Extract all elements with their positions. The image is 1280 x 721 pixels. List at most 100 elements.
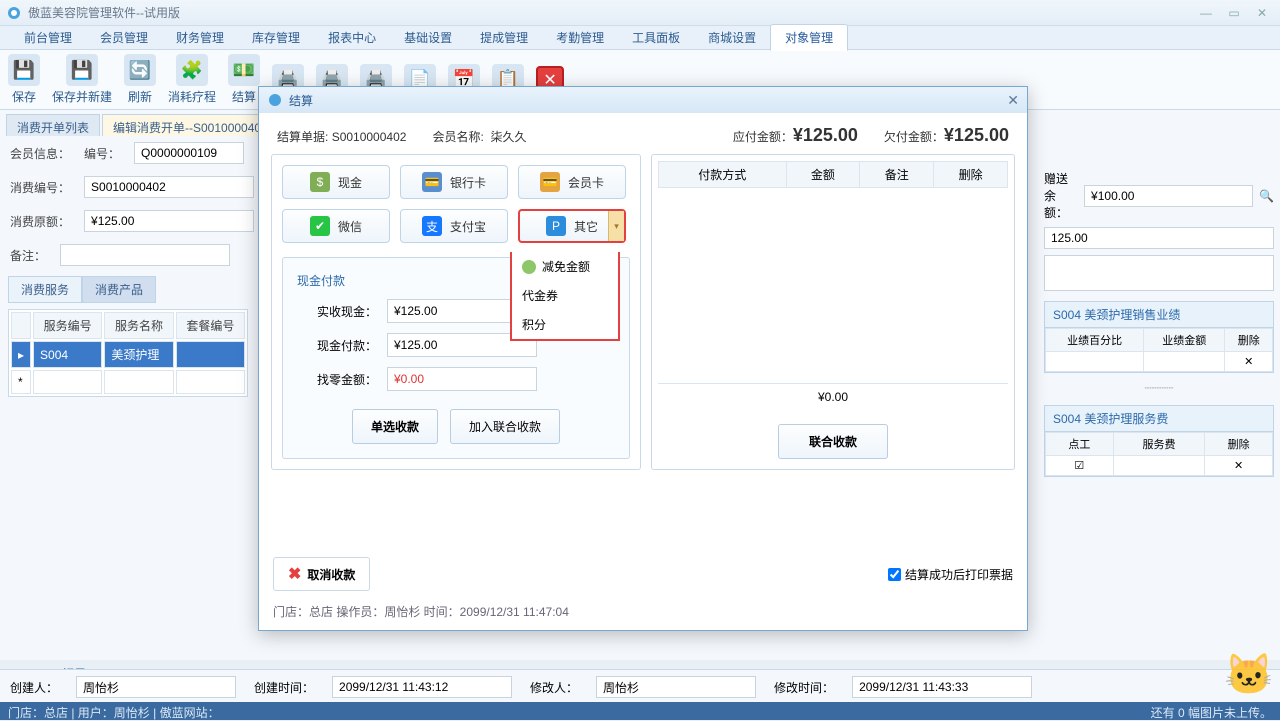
- right-side-panels: 赠送余额： 🔍 S004 美颈护理销售业绩 业绩百分比 业绩金额 删除 ✕ ┄┄…: [1044, 170, 1274, 477]
- refresh-icon: 🔄: [124, 54, 156, 86]
- table-row[interactable]: ☑✕: [1046, 456, 1273, 476]
- gift-balance-input[interactable]: [1084, 185, 1253, 207]
- tab-tools[interactable]: 工具面板: [618, 25, 694, 50]
- other-pay-dropdown: 减免金额 代金券 积分: [510, 252, 620, 341]
- consume-icon: 🧩: [176, 54, 208, 86]
- side-blank-input[interactable]: [1044, 255, 1274, 291]
- main-menubar: 前台管理 会员管理 财务管理 库存管理 报表中心 基础设置 提成管理 考勤管理 …: [0, 26, 1280, 50]
- payment-table: 付款方式 金额 备注 删除: [658, 161, 1008, 188]
- payment-right-panel: 付款方式 金额 备注 删除 ¥0.00 联合收款: [651, 154, 1015, 470]
- service-fee-title: S004 美颈护理服务费: [1045, 406, 1273, 432]
- order-no-input[interactable]: [84, 176, 254, 198]
- tab-reports[interactable]: 报表中心: [314, 25, 390, 50]
- grid-new-row[interactable]: *: [11, 370, 245, 394]
- tab-front-desk[interactable]: 前台管理: [10, 25, 86, 50]
- tab-attendance[interactable]: 考勤管理: [542, 25, 618, 50]
- tab-member[interactable]: 会员管理: [86, 25, 162, 50]
- cancel-icon: ✖: [288, 564, 301, 584]
- member-card-icon: 💳: [540, 172, 560, 192]
- modifier-input[interactable]: [596, 676, 756, 698]
- pay-wechat-button[interactable]: ✔微信: [282, 209, 390, 243]
- service-fee-panel: S004 美颈护理服务费 点工 服务费 删除 ☑✕: [1044, 405, 1274, 477]
- ribbon-checkout[interactable]: 💵结算: [228, 54, 260, 105]
- table-row[interactable]: ✕: [1046, 352, 1273, 372]
- other-pay-icon: P: [546, 216, 566, 236]
- dialog-status-line: 门店：总店 操作员：周怡杉 时间：2099/12/31 11:47:04: [273, 603, 1013, 620]
- order-amount-input[interactable]: [84, 210, 254, 232]
- sub-tab-service[interactable]: 消费服务: [8, 276, 82, 303]
- ribbon-consume[interactable]: 🧩消耗疗程: [168, 54, 216, 105]
- waive-icon: [522, 260, 536, 274]
- tab-basic-settings[interactable]: 基础设置: [390, 25, 466, 50]
- tab-finance[interactable]: 财务管理: [162, 25, 238, 50]
- dropdown-item-points[interactable]: 积分: [512, 310, 618, 339]
- remark-label: 备注：: [10, 247, 46, 264]
- create-time-input[interactable]: [332, 676, 512, 698]
- doc-tab-edit[interactable]: 编辑消费开单--S001000040: [102, 114, 272, 136]
- sales-perf-title: S004 美颈护理销售业绩: [1045, 302, 1273, 328]
- ribbon-refresh[interactable]: 🔄刷新: [124, 54, 156, 105]
- save-icon: 💾: [8, 54, 40, 86]
- doc-tab-list[interactable]: 消费开单列表: [6, 114, 100, 136]
- ribbon-save-new[interactable]: 💾保存并新建: [52, 54, 112, 105]
- window-titlebar: 傲蓝美容院管理软件--试用版 ― ▭ ✕: [0, 0, 1280, 26]
- footer-form: 创建人： 创建时间： 修改人： 修改时间：: [0, 669, 1280, 704]
- dropdown-item-voucher[interactable]: 代金券: [512, 281, 618, 310]
- close-window-button[interactable]: ✕: [1250, 6, 1274, 20]
- wechat-icon: ✔: [310, 216, 330, 236]
- modify-time-input[interactable]: [852, 676, 1032, 698]
- dialog-close-button[interactable]: ✕: [1007, 92, 1019, 109]
- sales-perf-panel: S004 美颈护理销售业绩 业绩百分比 业绩金额 删除 ✕: [1044, 301, 1274, 373]
- statusbar-right: 还有 0 幅图片未上传。: [1151, 704, 1272, 718]
- pay-cash-button[interactable]: $现金: [282, 165, 390, 199]
- tab-inventory[interactable]: 库存管理: [238, 25, 314, 50]
- minimize-button[interactable]: ―: [1194, 6, 1218, 20]
- dropdown-item-waive[interactable]: 减免金额: [512, 252, 618, 281]
- cash-icon: $: [310, 172, 330, 192]
- dialog-titlebar: 结算 ✕: [259, 87, 1027, 113]
- single-collect-button[interactable]: 单选收款: [352, 409, 438, 444]
- side-amount-input[interactable]: [1044, 227, 1274, 249]
- tab-object-mgmt[interactable]: 对象管理: [770, 24, 848, 51]
- service-grid: 服务编号 服务名称 套餐编号 ▸ S004 美颈护理 *: [8, 309, 248, 397]
- cash-change-input[interactable]: [387, 367, 537, 391]
- grid-row[interactable]: ▸ S004 美颈护理: [11, 341, 245, 368]
- status-bar: 门店：总店 | 用户：周怡杉 | 傲蓝网站： 还有 0 幅图片未上传。: [0, 702, 1280, 720]
- bank-card-icon: 💳: [422, 172, 442, 192]
- member-no-input[interactable]: [134, 142, 244, 164]
- creator-input[interactable]: [76, 676, 236, 698]
- sub-tab-product[interactable]: 消费产品: [82, 276, 156, 303]
- grid-col-name[interactable]: 服务名称: [104, 312, 173, 339]
- pay-bank-button[interactable]: 💳银行卡: [400, 165, 508, 199]
- remark-input[interactable]: [60, 244, 230, 266]
- payment-total: ¥0.00: [658, 383, 1008, 410]
- join-combined-button[interactable]: 加入联合收款: [450, 409, 560, 444]
- maximize-button[interactable]: ▭: [1222, 6, 1246, 20]
- save-new-icon: 💾: [66, 54, 98, 86]
- app-logo-icon: [6, 5, 22, 21]
- pay-alipay-button[interactable]: 支支付宝: [400, 209, 508, 243]
- tab-commission[interactable]: 提成管理: [466, 25, 542, 50]
- member-info-label: 会员信息：: [10, 145, 70, 162]
- checkout-dialog: 结算 ✕ 结算单据: S0010000402 会员名称: 柒久久 应付金额：¥1…: [258, 86, 1028, 631]
- cancel-collect-button[interactable]: ✖取消收款: [273, 557, 370, 591]
- mascot-icon: 🐱: [1224, 651, 1274, 698]
- dialog-title: 结算: [289, 92, 313, 109]
- tab-mall[interactable]: 商城设置: [694, 25, 770, 50]
- ribbon-save[interactable]: 💾保存: [8, 54, 40, 105]
- grid-col-code[interactable]: 服务编号: [33, 312, 102, 339]
- member-no-label: 编号：: [84, 145, 120, 162]
- divider: ┄┄┄┄: [1044, 381, 1274, 395]
- pay-member-button[interactable]: 💳会员卡: [518, 165, 626, 199]
- print-after-checkout[interactable]: 结算成功后打印票据: [888, 566, 1013, 583]
- pay-other-button[interactable]: P 其它 ▾: [518, 209, 626, 243]
- print-checkbox[interactable]: [888, 568, 901, 581]
- checkout-icon: 💵: [228, 54, 260, 86]
- chevron-down-icon[interactable]: ▾: [608, 211, 624, 241]
- gift-balance-label: 赠送余额：: [1044, 170, 1078, 221]
- dialog-logo-icon: [267, 92, 283, 108]
- grid-col-combo[interactable]: 套餐编号: [176, 312, 245, 339]
- order-amount-label: 消费原额：: [10, 213, 70, 230]
- lookup-icon[interactable]: 🔍: [1259, 189, 1274, 203]
- combined-collect-button[interactable]: 联合收款: [778, 424, 888, 459]
